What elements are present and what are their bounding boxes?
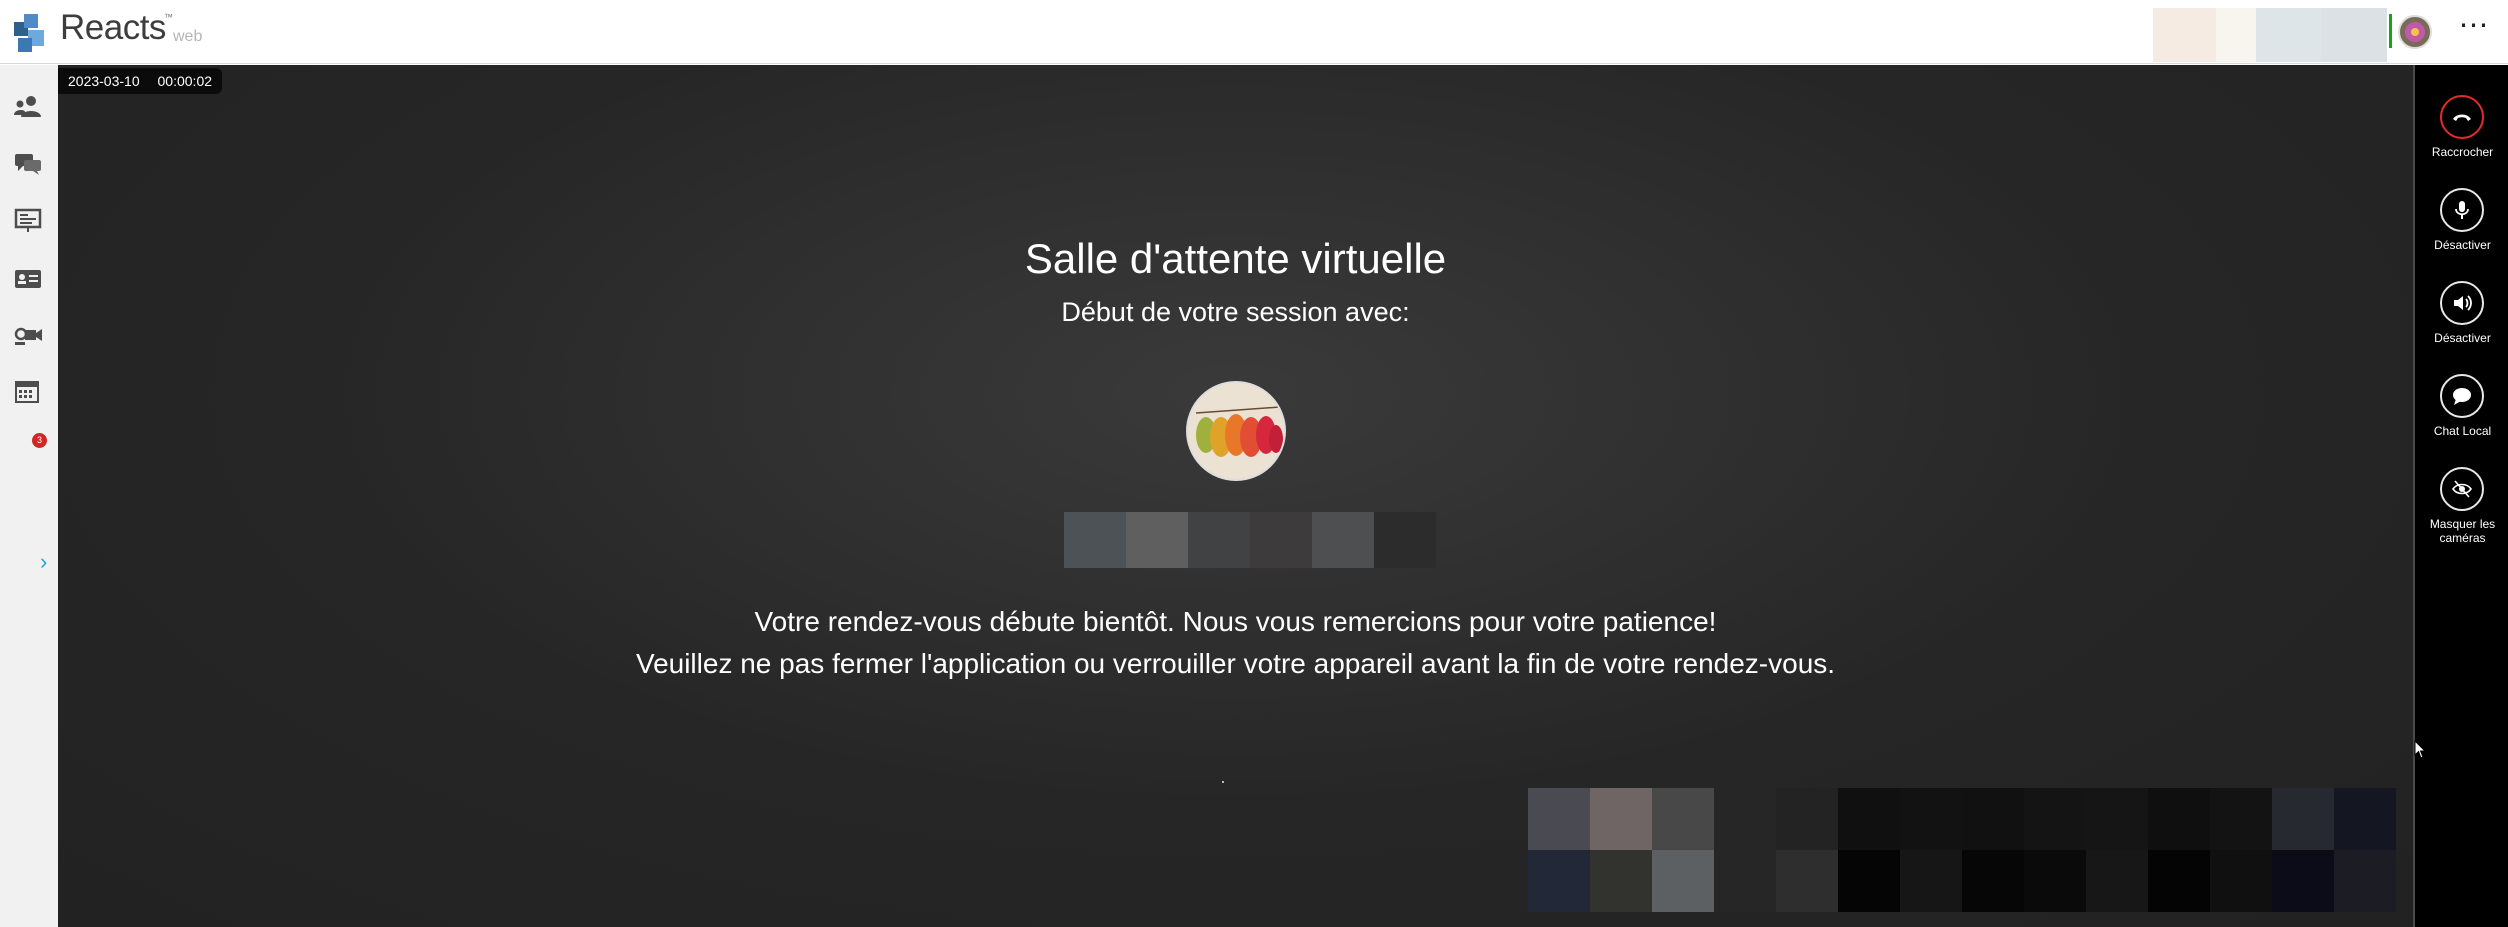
hangup-label: Raccrocher xyxy=(2431,145,2494,159)
hide-camera-icon xyxy=(2452,480,2472,498)
id-card-icon[interactable] xyxy=(13,265,43,293)
mute-speaker-button[interactable] xyxy=(2440,281,2484,325)
waiting-room-title: Salle d'attente virtuelle xyxy=(1024,235,1447,282)
local-chat-button[interactable] xyxy=(2440,374,2484,418)
contacts-icon[interactable] xyxy=(13,93,43,121)
wait-message-line-1: Votre rendez-vous débute bientôt. Nous v… xyxy=(754,606,1717,637)
expand-sidebar-icon[interactable]: › xyxy=(40,549,47,575)
session-elapsed: 00:00:02 xyxy=(157,73,213,89)
loading-indicator xyxy=(1222,781,1224,783)
reacts-logo xyxy=(14,14,44,52)
presentation-icon[interactable] xyxy=(13,207,43,235)
session-subtitle: Début de votre session avec: xyxy=(1061,297,1410,327)
mute-speaker-label: Désactiver xyxy=(2434,331,2491,345)
brand-name: Reacts xyxy=(60,8,166,47)
brand-trademark: ™ xyxy=(164,12,173,22)
calendar-badge: 3 xyxy=(32,433,47,448)
local-chat-label: Chat Local xyxy=(2433,424,2492,438)
hide-cameras-button[interactable] xyxy=(2440,467,2484,511)
wait-message-line-2: Veuillez ne pas fermer l'application ou … xyxy=(635,648,1836,679)
speaker-icon xyxy=(2454,295,2472,311)
presence-indicator xyxy=(2389,14,2392,48)
more-options-icon[interactable]: ⋯ xyxy=(2452,11,2496,50)
self-camera-preview xyxy=(1528,788,2396,912)
call-controls-panel: Raccrocher Désactiver Désactiver Chat Lo… xyxy=(2413,65,2508,927)
mute-mic-label: Désactiver xyxy=(2434,238,2491,252)
session-date: 2023-03-10 xyxy=(68,73,140,89)
redacted-user-info xyxy=(2153,8,2387,62)
video-camera-icon[interactable] xyxy=(13,322,43,350)
redacted-practitioner-name xyxy=(1064,512,1436,568)
practitioner-avatar xyxy=(1186,381,1286,481)
mute-mic-button[interactable] xyxy=(2440,188,2484,232)
chat-icon[interactable] xyxy=(13,150,43,178)
top-bar: Reacts ™ web ⋯ xyxy=(0,0,2508,64)
phone-hangup-icon xyxy=(2453,114,2471,121)
chat-bubble-icon xyxy=(2453,388,2471,405)
user-avatar[interactable] xyxy=(2398,15,2432,49)
session-timer: 2023-03-10 00:00:02 xyxy=(58,68,223,94)
mouse-cursor-icon xyxy=(2414,740,2427,759)
microphone-icon xyxy=(2455,201,2469,219)
brand-subtitle: web xyxy=(173,28,203,45)
autumn-leaves-image xyxy=(1188,383,1284,479)
hangup-button[interactable] xyxy=(2440,95,2484,139)
hide-cameras-label: Masquer les caméras xyxy=(2429,517,2496,545)
calendar-icon[interactable] xyxy=(13,377,43,405)
left-sidebar: 3 › xyxy=(0,65,58,927)
waiting-room-view: 2023-03-10 00:00:02 Salle d'attente virt… xyxy=(58,65,2413,927)
